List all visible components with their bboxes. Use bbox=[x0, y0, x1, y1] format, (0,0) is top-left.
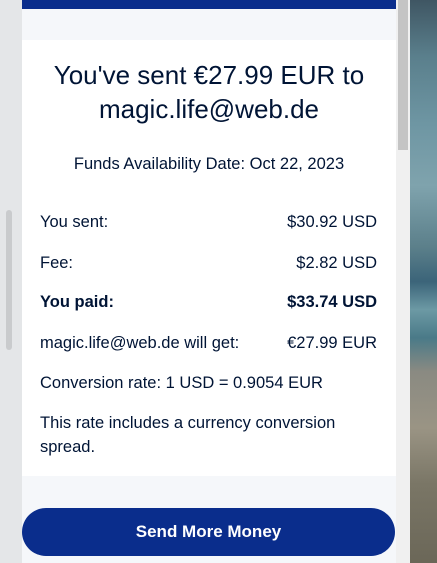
row-label: magic.life@web.de will get: bbox=[40, 334, 240, 352]
row-value: €27.99 EUR bbox=[287, 334, 377, 352]
panel-scrollbar-thumb[interactable] bbox=[398, 0, 408, 150]
row-label: You sent: bbox=[40, 213, 109, 231]
conversion-rate-text: Conversion rate: 1 USD = 0.9054 EUR bbox=[40, 374, 323, 392]
left-scrollbar[interactable] bbox=[6, 210, 12, 350]
row-label: Fee: bbox=[40, 254, 74, 272]
background-image bbox=[410, 0, 437, 563]
confirmation-panel: You've sent €27.99 EUR to magic.life@web… bbox=[22, 0, 396, 563]
header-band bbox=[22, 0, 396, 9]
row-value: $2.82 USD bbox=[296, 254, 377, 272]
send-more-money-button[interactable]: Send More Money bbox=[22, 508, 395, 556]
row-value: $33.74 USD bbox=[287, 293, 377, 311]
funds-availability-date: Funds Availability Date: Oct 22, 2023 bbox=[73, 155, 345, 173]
row-value: $30.92 USD bbox=[287, 213, 377, 231]
card-top-gap bbox=[22, 9, 396, 40]
row-label: You paid: bbox=[40, 293, 114, 311]
spread-note: This rate includes a currency conversion… bbox=[40, 414, 336, 456]
confirmation-title: You've sent €27.99 EUR to magic.life@web… bbox=[53, 60, 365, 124]
